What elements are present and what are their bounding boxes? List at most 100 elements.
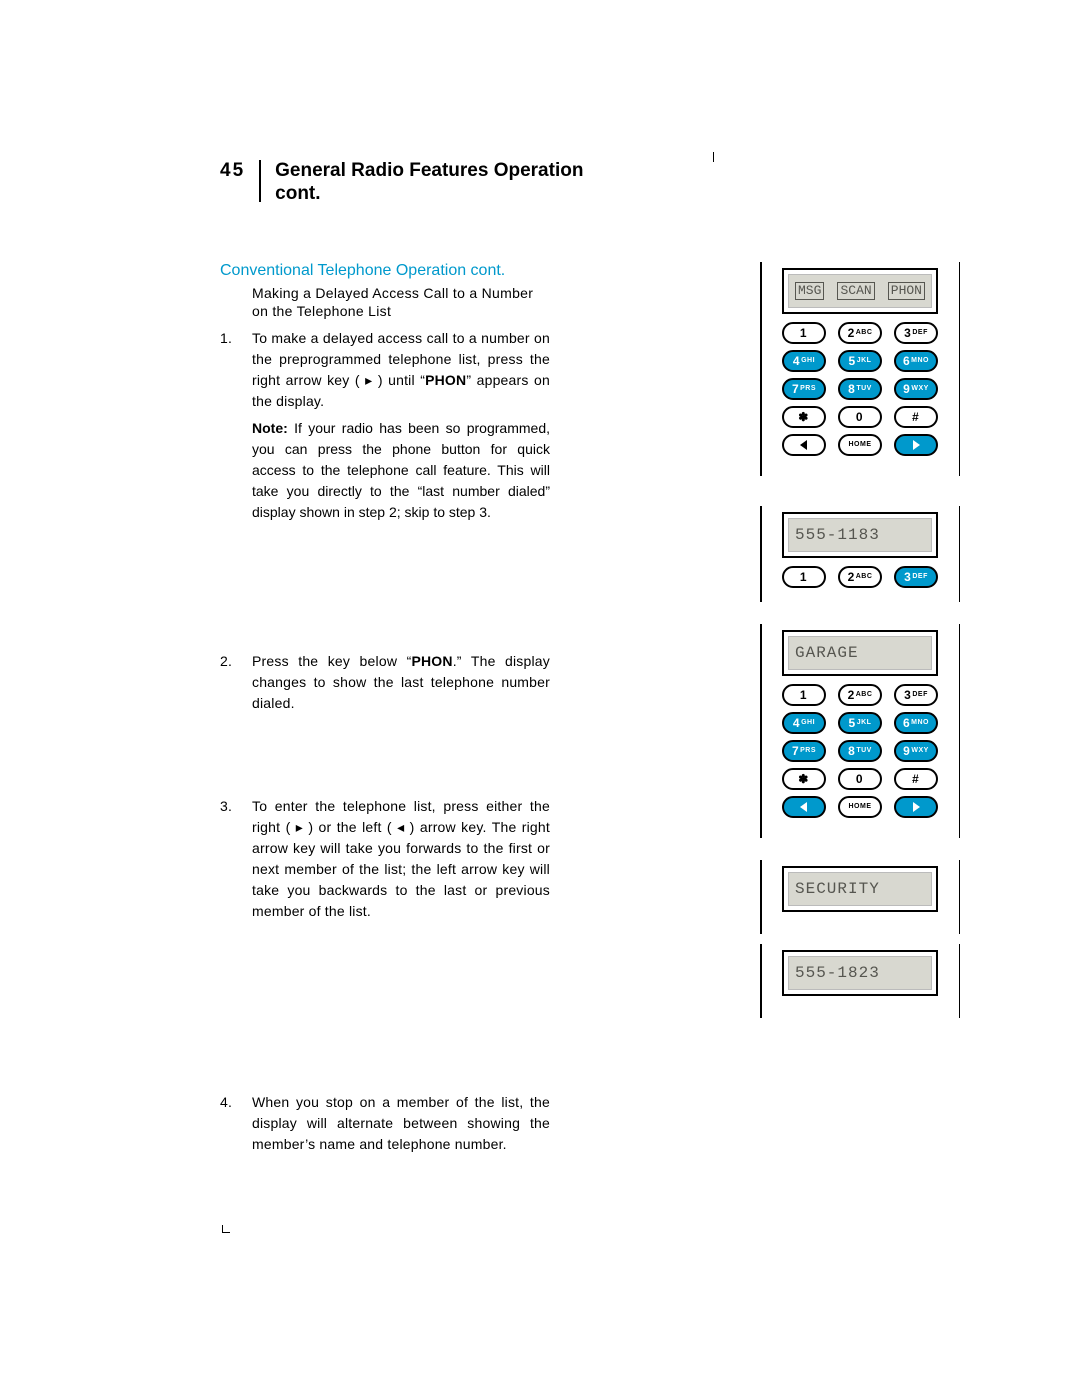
- key-3-n: 3: [904, 326, 911, 340]
- home-label: HOME: [849, 441, 872, 448]
- key-2[interactable]: 2ABC: [838, 322, 882, 344]
- step-1: 1. To make a delayed access call to a nu…: [220, 328, 550, 412]
- figure-5: 555-1823: [760, 944, 960, 1018]
- softkey-phon: PHON: [888, 282, 925, 300]
- section-subhead: Conventional Telephone Operation cont.: [220, 262, 550, 280]
- lcd-3: GARAGE: [782, 630, 938, 676]
- key-7-c[interactable]: 7PRS: [782, 740, 826, 762]
- key-3b-s: DEF: [912, 573, 928, 580]
- key-1-b[interactable]: 1: [782, 566, 826, 588]
- key-4c-s: GHI: [801, 719, 815, 726]
- key-1-label: 1: [800, 326, 807, 340]
- key-hash-c[interactable]: #: [894, 768, 938, 790]
- right-arrow-key-c[interactable]: [894, 796, 938, 818]
- step-2: 2. Press the key below “PHON.” The displ…: [220, 651, 550, 714]
- key-6[interactable]: 6MNO: [894, 350, 938, 372]
- key-5-n: 5: [849, 354, 856, 368]
- key-7[interactable]: 7PRS: [782, 378, 826, 400]
- step-2-body: Press the key below “PHON.” The display …: [252, 651, 550, 714]
- keypad-3: 1 2ABC 3DEF 4GHI 5JKL 6MNO 7PRS 8TUV 9WX…: [782, 684, 938, 818]
- step-1-body: To make a delayed access call to a numbe…: [252, 328, 550, 412]
- step-3-body: To enter the telephone list, press eithe…: [252, 796, 550, 922]
- key-7c-s: PRS: [800, 747, 816, 754]
- key-3c-n: 3: [904, 688, 911, 702]
- right-arrow-icon: [910, 439, 922, 451]
- note-label: Note:: [252, 420, 288, 436]
- key-starc-label: ✽: [798, 772, 809, 786]
- key-0-c[interactable]: 0: [838, 768, 882, 790]
- keypad-1: 1 2ABC 3DEF 4GHI 5JKL 6MNO 7PRS 8TUV 9WX…: [782, 322, 938, 456]
- step-4-num: 4.: [220, 1092, 252, 1155]
- home-key-c[interactable]: HOME: [838, 796, 882, 818]
- key-0[interactable]: 0: [838, 406, 882, 428]
- step-1-bold: PHON: [425, 372, 466, 388]
- key-hash[interactable]: #: [894, 406, 938, 428]
- key-9[interactable]: 9WXY: [894, 378, 938, 400]
- softkey-scan: SCAN: [837, 282, 874, 300]
- right-arrow-key[interactable]: [894, 434, 938, 456]
- key-5-s: JKL: [857, 357, 872, 364]
- key-8-s: TUV: [856, 385, 872, 392]
- home-key[interactable]: HOME: [838, 434, 882, 456]
- key-2-c[interactable]: 2ABC: [838, 684, 882, 706]
- key-2b-n: 2: [848, 570, 855, 584]
- right-arrow-icon: [910, 801, 922, 813]
- key-3-b[interactable]: 3DEF: [894, 566, 938, 588]
- step-2-bold: PHON: [411, 653, 452, 669]
- key-4c-n: 4: [793, 716, 800, 730]
- key-6c-s: MNO: [911, 719, 929, 726]
- key-5-c[interactable]: 5JKL: [838, 712, 882, 734]
- step-3: 3. To enter the telephone list, press ei…: [220, 796, 550, 922]
- key-5c-s: JKL: [857, 719, 872, 726]
- key-4-c[interactable]: 4GHI: [782, 712, 826, 734]
- lcd-3-text: GARAGE: [795, 644, 859, 662]
- note-body: If your radio has been so programmed, yo…: [252, 420, 550, 520]
- key-4-s: GHI: [801, 357, 815, 364]
- key-8c-n: 8: [848, 744, 855, 758]
- key-2-b[interactable]: 2ABC: [838, 566, 882, 588]
- key-hashc-label: #: [912, 772, 919, 786]
- left-arrow-key[interactable]: [782, 434, 826, 456]
- key-2-n: 2: [848, 326, 855, 340]
- key-star-c[interactable]: ✽: [782, 768, 826, 790]
- key-star-label: ✽: [798, 410, 809, 424]
- key-3-c[interactable]: 3DEF: [894, 684, 938, 706]
- key-5c-n: 5: [849, 716, 856, 730]
- lcd-4: SECURITY: [782, 866, 938, 912]
- key-8-c[interactable]: 8TUV: [838, 740, 882, 762]
- left-arrow-key-c[interactable]: [782, 796, 826, 818]
- key-2b-s: ABC: [856, 573, 873, 580]
- key-2c-s: ABC: [856, 691, 873, 698]
- key-5[interactable]: 5JKL: [838, 350, 882, 372]
- key-6-n: 6: [903, 354, 910, 368]
- home-label-c: HOME: [849, 803, 872, 810]
- step-4-body: When you stop on a member of the list, t…: [252, 1092, 550, 1155]
- key-1[interactable]: 1: [782, 322, 826, 344]
- key-7-s: PRS: [800, 385, 816, 392]
- key-3[interactable]: 3DEF: [894, 322, 938, 344]
- key-8[interactable]: 8TUV: [838, 378, 882, 400]
- header-divider: [259, 160, 261, 202]
- step-4: 4. When you stop on a member of the list…: [220, 1092, 550, 1155]
- step-1-num: 1.: [220, 328, 252, 412]
- key-1c-label: 1: [800, 688, 807, 702]
- key-9-c[interactable]: 9WXY: [894, 740, 938, 762]
- step-2-num: 2.: [220, 651, 252, 714]
- key-0-label: 0: [856, 410, 863, 424]
- figure-4: SECURITY: [760, 860, 960, 934]
- key-6c-n: 6: [903, 716, 910, 730]
- page-title-l2: cont.: [275, 183, 320, 204]
- key-2-s: ABC: [856, 329, 873, 336]
- key-star[interactable]: ✽: [782, 406, 826, 428]
- softkey-msg: MSG: [795, 282, 824, 300]
- key-9-n: 9: [903, 382, 910, 396]
- key-7c-n: 7: [792, 744, 799, 758]
- key-4[interactable]: 4GHI: [782, 350, 826, 372]
- key-7-n: 7: [792, 382, 799, 396]
- key-6-c[interactable]: 6MNO: [894, 712, 938, 734]
- key-1-c[interactable]: 1: [782, 684, 826, 706]
- lcd-2-text: 555-1183: [795, 526, 880, 544]
- page-title: General Radio Features Operation cont.: [275, 160, 583, 206]
- figure-2: 555-1183 1 2ABC 3DEF: [760, 506, 960, 602]
- key-4-n: 4: [793, 354, 800, 368]
